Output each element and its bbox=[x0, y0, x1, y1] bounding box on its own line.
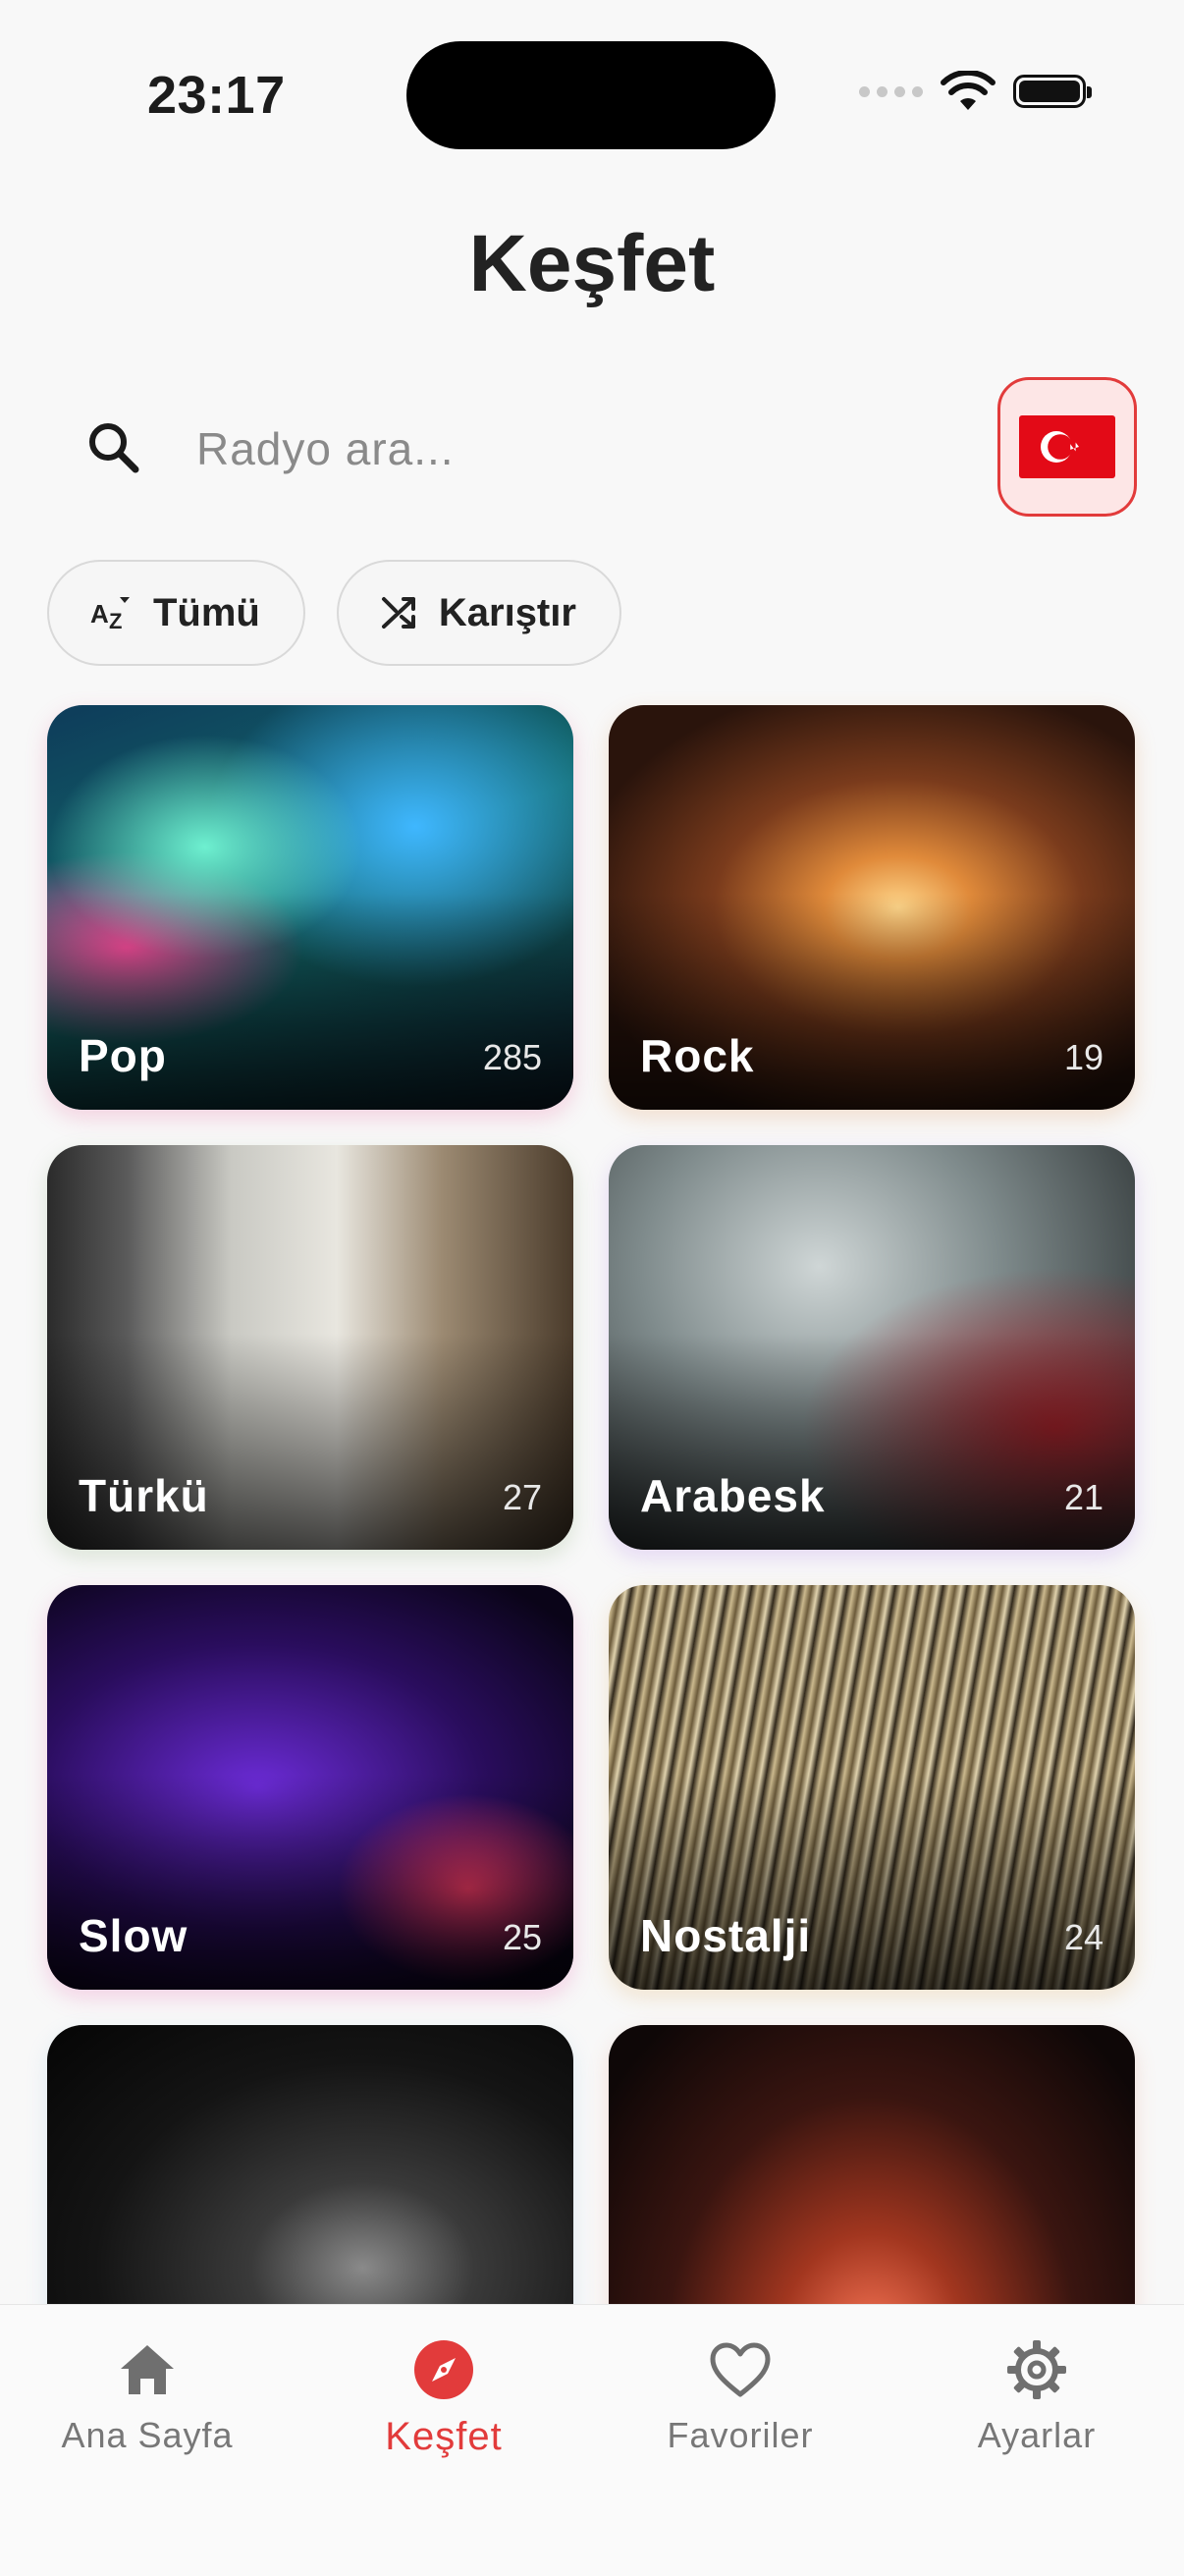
filter-chips: A Z Tümü Karıştır bbox=[47, 560, 621, 666]
genre-station-count: 19 bbox=[1063, 1037, 1103, 1077]
nav-item-discover[interactable]: Keşfet bbox=[296, 2330, 591, 2459]
genre-name: Rock bbox=[640, 1030, 755, 1081]
genre-card-nostalji[interactable]: Nostalji 24 bbox=[609, 1585, 1135, 1990]
genre-name: Türkü bbox=[79, 1470, 209, 1521]
genre-name: Arabesk bbox=[640, 1470, 826, 1521]
nav-item-favorites[interactable]: Favoriler bbox=[593, 2330, 888, 2456]
genre-name: Slow bbox=[79, 1910, 188, 1961]
nav-label: Favoriler bbox=[667, 2415, 814, 2455]
nav-label: Ayarlar bbox=[977, 2415, 1097, 2455]
genre-station-count: 24 bbox=[1063, 1917, 1103, 1957]
status-time: 23:17 bbox=[147, 66, 286, 125]
bottom-navigation: Ana Sayfa Keşfet Favoriler Ayarlar bbox=[0, 2304, 1184, 2576]
genre-name: Nostalji bbox=[640, 1910, 812, 1961]
sort-az-icon: A Z bbox=[90, 597, 130, 632]
nav-item-settings[interactable]: Ayarlar bbox=[889, 2330, 1184, 2456]
status-icons bbox=[859, 71, 1092, 112]
wifi-icon bbox=[941, 71, 996, 110]
chip-label: Tümü bbox=[153, 590, 260, 634]
cellular-signal-icon bbox=[859, 85, 923, 97]
nav-label: Keşfet bbox=[385, 2415, 503, 2458]
genre-station-count: 25 bbox=[502, 1917, 542, 1957]
genre-card-arabesk[interactable]: Arabesk 21 bbox=[609, 1145, 1135, 1550]
heart-icon bbox=[710, 2342, 771, 2397]
turkey-flag-icon bbox=[1019, 415, 1115, 478]
genre-card-slow[interactable]: Slow 25 bbox=[47, 1585, 573, 1990]
dynamic-island bbox=[406, 41, 776, 149]
svg-text:A: A bbox=[90, 599, 109, 629]
svg-text:Z: Z bbox=[109, 609, 122, 632]
home-icon bbox=[121, 2345, 174, 2394]
genre-card-pop[interactable]: Pop 285 bbox=[47, 705, 573, 1110]
gear-icon bbox=[1007, 2340, 1066, 2399]
genre-station-count: 27 bbox=[502, 1477, 542, 1517]
genre-station-count: 21 bbox=[1063, 1477, 1103, 1517]
battery-icon bbox=[1013, 75, 1092, 108]
chip-label: Karıştır bbox=[438, 590, 576, 634]
nav-label: Ana Sayfa bbox=[61, 2415, 234, 2455]
country-selector-button[interactable] bbox=[997, 377, 1137, 517]
genre-card-rock[interactable]: Rock 19 bbox=[609, 705, 1135, 1110]
page-title: Keşfet bbox=[468, 219, 716, 308]
compass-icon bbox=[414, 2340, 473, 2399]
search-input[interactable] bbox=[194, 411, 886, 487]
genre-card-turku[interactable]: Türkü 27 bbox=[47, 1145, 573, 1550]
genre-station-count: 285 bbox=[482, 1037, 542, 1077]
shuffle-chip[interactable]: Karıştır bbox=[336, 560, 621, 666]
sort-all-chip[interactable]: A Z Tümü bbox=[47, 560, 305, 666]
shuffle-icon bbox=[381, 597, 415, 629]
nav-item-home[interactable]: Ana Sayfa bbox=[0, 2330, 295, 2456]
search-icon bbox=[89, 423, 139, 473]
genre-name: Pop bbox=[79, 1030, 167, 1081]
search-bar bbox=[47, 377, 1137, 519]
